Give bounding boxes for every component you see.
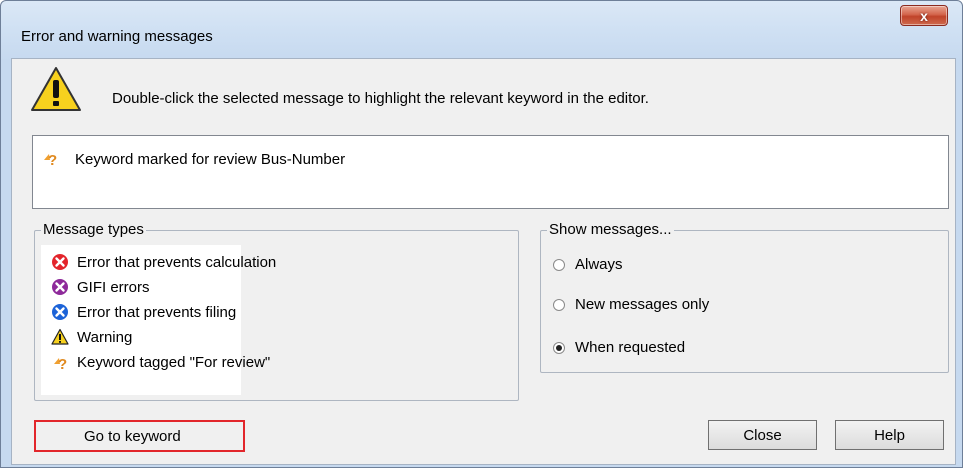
message-list[interactable]: ? Keyword marked for review Bus-Number	[32, 135, 949, 209]
legend-item-review: ? Keyword tagged "For review"	[51, 353, 270, 371]
show-messages-label: Show messages...	[547, 221, 674, 238]
go-to-keyword-button[interactable]: Go to keyword	[34, 420, 245, 452]
error-calc-icon	[52, 254, 68, 270]
radio-new-messages-only[interactable]: New messages only	[553, 296, 709, 313]
svg-text:?: ?	[48, 152, 57, 168]
legend-item-filing-error: Error that prevents filing	[51, 303, 236, 321]
svg-text:?: ?	[58, 356, 67, 371]
radio-always[interactable]: Always	[553, 256, 623, 273]
instruction-text: Double-click the selected message to hig…	[112, 90, 649, 107]
gifi-error-icon	[52, 279, 68, 295]
message-types-legend: Error that prevents calculation GIFI err…	[41, 245, 276, 395]
message-types-label: Message types	[41, 221, 146, 238]
radio-button-selected[interactable]	[553, 341, 565, 354]
window-title: Error and warning messages	[21, 28, 213, 45]
radio-label[interactable]: New messages only	[575, 296, 709, 313]
legend-text: Error that prevents calculation	[77, 253, 277, 271]
review-icon: ?	[44, 152, 57, 168]
close-icon: x	[920, 7, 928, 24]
help-button[interactable]: Help	[835, 420, 944, 450]
message-types-group: Message types Error that prevents calcul…	[34, 221, 519, 401]
radio-when-requested[interactable]: When requested	[553, 339, 685, 356]
radio-button[interactable]	[553, 258, 565, 271]
legend-item-gifi-error: GIFI errors	[51, 278, 150, 296]
legend-item-warning: Warning	[51, 328, 132, 346]
radio-label[interactable]: Always	[575, 256, 623, 273]
legend-text: Warning	[77, 328, 133, 346]
legend-text: Error that prevents filing	[77, 303, 237, 321]
radio-label[interactable]: When requested	[575, 339, 685, 356]
error-filing-icon	[52, 304, 68, 320]
warning-icon	[31, 67, 81, 111]
radio-button[interactable]	[553, 298, 565, 311]
close-button[interactable]: Close	[708, 420, 817, 450]
title-bar[interactable]: Error and warning messages x	[1, 1, 962, 59]
list-item[interactable]: ? Keyword marked for review Bus-Number	[41, 150, 345, 168]
dialog-window: Error and warning messages x Double-clic…	[0, 0, 963, 468]
warning-icon	[51, 328, 69, 345]
window-close-button[interactable]: x	[900, 5, 948, 26]
legend-item-calc-error: Error that prevents calculation	[51, 253, 276, 271]
dialog-body: Double-click the selected message to hig…	[11, 58, 956, 465]
instruction-header: Double-click the selected message to hig…	[12, 59, 955, 126]
show-messages-group: Show messages... Always New messages onl…	[540, 221, 949, 373]
legend-text: Keyword tagged "For review"	[77, 353, 271, 371]
legend-text: GIFI errors	[77, 278, 150, 296]
review-icon: ?	[54, 356, 67, 371]
message-text: Keyword marked for review Bus-Number	[75, 150, 346, 168]
